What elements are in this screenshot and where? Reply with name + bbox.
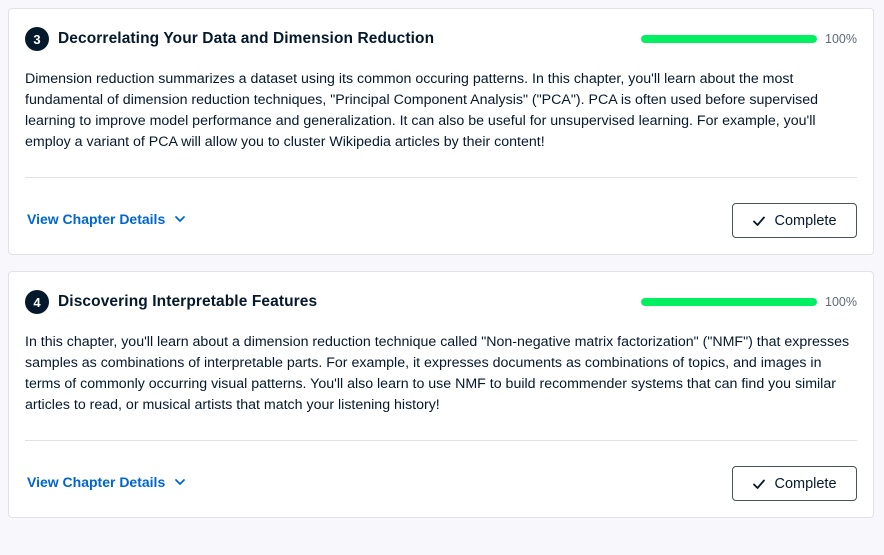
chapter-header: 3 Decorrelating Your Data and Dimension … bbox=[25, 27, 857, 51]
complete-label: Complete bbox=[774, 475, 837, 492]
view-chapter-details-link[interactable]: View Chapter Details bbox=[27, 474, 186, 490]
course-chapters: 3 Decorrelating Your Data and Dimension … bbox=[0, 0, 884, 555]
chapter-card-3: 3 Decorrelating Your Data and Dimension … bbox=[8, 8, 874, 255]
chapter-progress: 100% bbox=[641, 290, 857, 314]
complete-button[interactable]: Complete bbox=[732, 203, 857, 238]
progress-percent: 100% bbox=[825, 295, 857, 309]
chapter-number-badge: 3 bbox=[25, 27, 49, 51]
progress-bar bbox=[641, 35, 818, 43]
complete-label: Complete bbox=[774, 212, 837, 229]
chevron-down-icon bbox=[175, 216, 186, 222]
progress-bar-fill bbox=[641, 35, 818, 43]
chapter-header: 4 Discovering Interpretable Features 100… bbox=[25, 290, 857, 314]
chapter-number-badge: 4 bbox=[25, 290, 49, 314]
complete-button[interactable]: Complete bbox=[732, 466, 857, 501]
chapter-card-4: 4 Discovering Interpretable Features 100… bbox=[8, 271, 874, 518]
divider bbox=[25, 177, 857, 178]
view-chapter-details-link[interactable]: View Chapter Details bbox=[27, 211, 186, 227]
chapter-description: Dimension reduction summarizes a dataset… bbox=[25, 71, 819, 150]
view-chapter-details-label: View Chapter Details bbox=[27, 474, 166, 490]
chapter-title[interactable]: Decorrelating Your Data and Dimension Re… bbox=[58, 30, 434, 48]
check-icon bbox=[753, 216, 766, 226]
progress-bar bbox=[641, 298, 818, 306]
chevron-down-icon bbox=[175, 479, 186, 485]
progress-percent: 100% bbox=[825, 32, 857, 46]
progress-bar-fill bbox=[641, 298, 818, 306]
check-icon bbox=[753, 479, 766, 489]
chapter-description: In this chapter, you'll learn about a di… bbox=[25, 334, 850, 413]
view-chapter-details-label: View Chapter Details bbox=[27, 211, 166, 227]
divider bbox=[25, 440, 857, 441]
chapter-progress: 100% bbox=[641, 27, 857, 51]
chapter-title[interactable]: Discovering Interpretable Features bbox=[58, 293, 317, 311]
